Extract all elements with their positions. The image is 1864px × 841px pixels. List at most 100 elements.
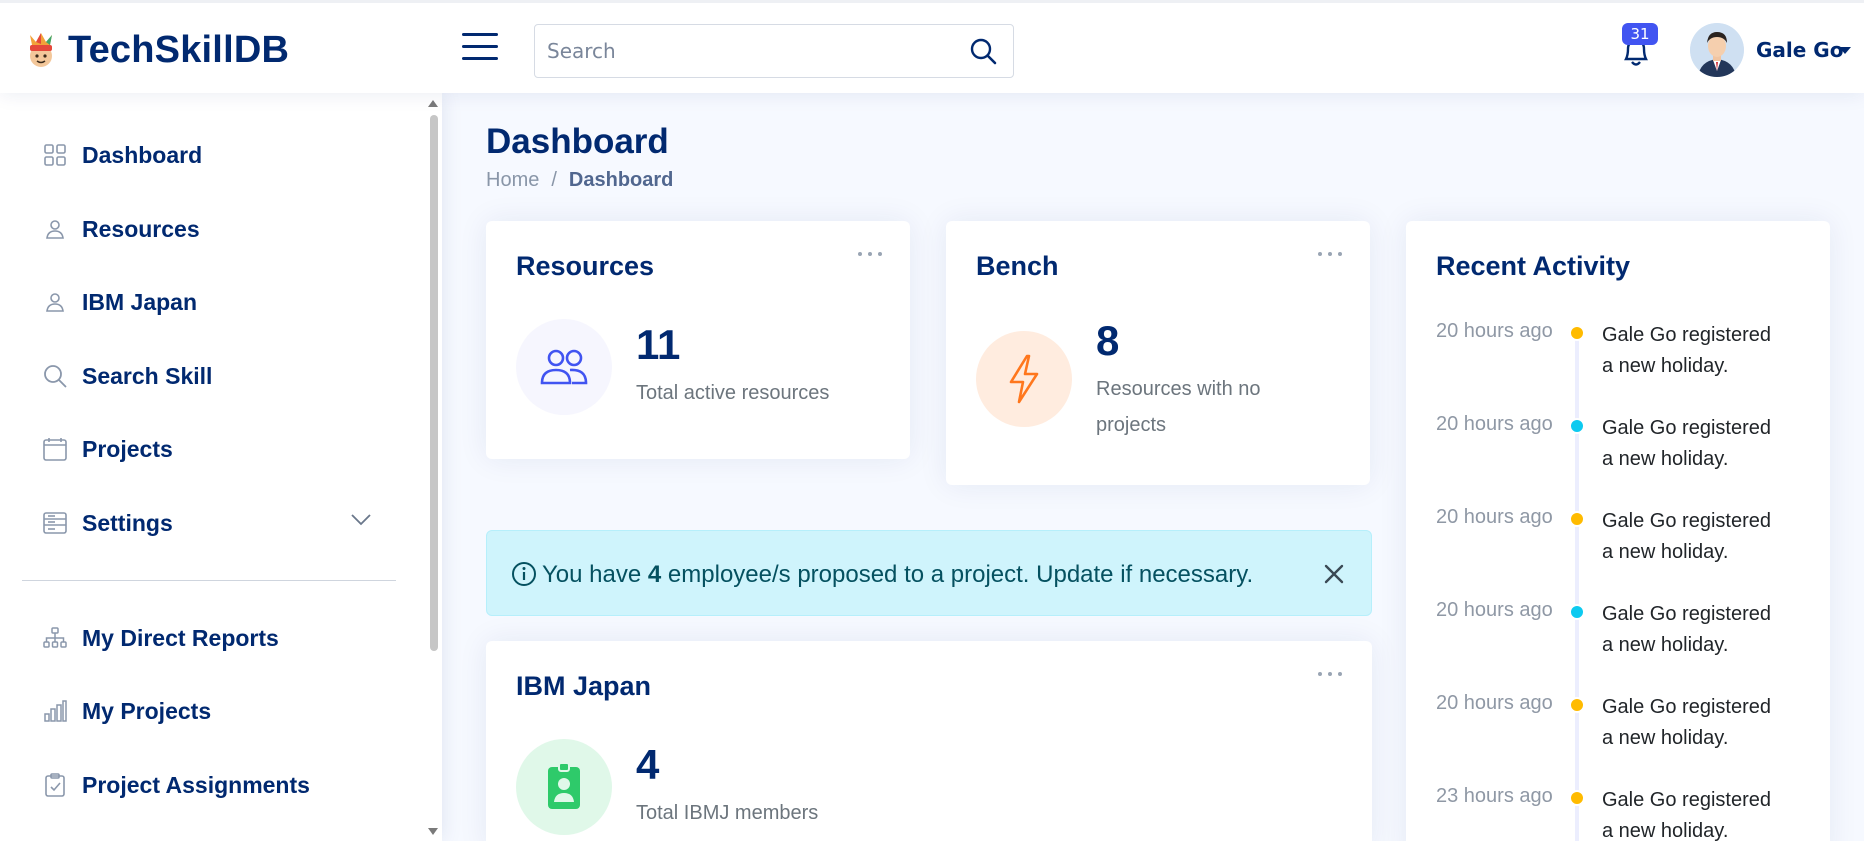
user-avatar-icon	[1690, 23, 1744, 77]
stat-icon-circle	[976, 331, 1072, 427]
activity-text-line: Gale Go registered	[1602, 324, 1771, 346]
activity-text-line: a new holiday.	[1602, 541, 1729, 563]
card-title: IBM Japan	[516, 671, 652, 701]
sidebar-item-settings[interactable]: Settings	[42, 503, 173, 543]
sidebar-item-label: My Projects	[82, 697, 212, 724]
chevron-down-icon[interactable]	[350, 513, 372, 527]
card-title: Resources	[516, 251, 655, 281]
activity-text-line: a new holiday.	[1602, 727, 1729, 749]
activity-time: 20 hours ago	[1436, 692, 1553, 714]
grid-icon	[42, 142, 68, 168]
ibm-japan-card: IBM Japan 4 Total IBMJ members	[486, 641, 1372, 841]
app-logo[interactable]: TechSkillDB	[24, 29, 289, 72]
activity-timeline-line	[1575, 330, 1579, 841]
activity-time: 20 hours ago	[1436, 599, 1553, 621]
sidebar-item-label: Project Assignments	[82, 771, 310, 798]
sidebar-item-my-projects[interactable]: My Projects	[42, 691, 211, 731]
search-icon	[42, 363, 68, 389]
sidebar-item-label: Settings	[82, 509, 173, 536]
lightning-icon	[1009, 354, 1039, 404]
sidebar-item-label: My Direct Reports	[82, 624, 279, 651]
more-options-icon[interactable]	[858, 249, 882, 259]
activity-text: Gale Go registered a new holiday.	[1602, 599, 1812, 661]
stat-icon-circle	[516, 319, 612, 415]
person-icon	[42, 289, 68, 315]
activity-dot	[1569, 790, 1585, 806]
activity-time: 20 hours ago	[1436, 413, 1553, 435]
activity-text: Gale Go registered a new holiday.	[1602, 413, 1812, 475]
activity-item: 20 hours ago Gale Go registered a new hol…	[1406, 320, 1830, 390]
activity-text-line: Gale Go registered	[1602, 789, 1771, 811]
badge-icon	[548, 762, 580, 809]
card-title: Recent Activity	[1436, 251, 1631, 281]
sidebar-item-project-assignments[interactable]: Project Assignments	[42, 765, 310, 805]
search-icon[interactable]	[969, 37, 997, 65]
stat-icon-circle	[516, 739, 612, 835]
card-title: Bench	[976, 251, 1059, 281]
breadcrumb-separator: /	[551, 169, 557, 191]
activity-dot	[1569, 418, 1585, 434]
sidebar-item-dashboard[interactable]: Dashboard	[42, 135, 202, 175]
people-icon	[540, 349, 588, 385]
activity-item: 23 hours ago Gale Go registered a new hol…	[1406, 785, 1830, 841]
activity-dot	[1569, 697, 1585, 713]
breadcrumb-current: Dashboard	[568, 169, 674, 191]
alert-prefix: You have	[542, 561, 642, 588]
activity-time: 20 hours ago	[1436, 320, 1553, 342]
user-name[interactable]: Gale Go	[1756, 38, 1843, 62]
stat-description: Total active resources	[636, 382, 830, 404]
sidebar-item-label: Projects	[82, 435, 173, 462]
activity-text-line: Gale Go registered	[1602, 510, 1771, 532]
sidebar-item-label: Search Skill	[82, 362, 213, 389]
scroll-up-arrow-icon[interactable]	[428, 100, 438, 107]
activity-dot	[1569, 325, 1585, 341]
layout-icon	[42, 510, 68, 536]
clipboard-check-icon	[42, 772, 68, 798]
bench-card: Bench 8 Resources with no projects	[946, 221, 1370, 485]
activity-text-line: Gale Go registered	[1602, 696, 1771, 718]
activity-text-line: a new holiday.	[1602, 355, 1729, 377]
more-options-icon[interactable]	[1318, 249, 1342, 259]
sidebar-item-projects[interactable]: Projects	[42, 429, 173, 469]
breadcrumb-home-link[interactable]: Home	[486, 169, 539, 192]
activity-dot	[1569, 604, 1585, 620]
sidebar-divider	[22, 580, 396, 581]
alert-message: You have 4 employee/s proposed to a proj…	[542, 561, 1253, 589]
activity-text: Gale Go registered a new holiday.	[1602, 320, 1812, 382]
activity-text: Gale Go registered a new holiday.	[1602, 785, 1812, 841]
top-header: TechSkillDB 31 Gale Go	[0, 0, 1864, 93]
sidebar-item-label: Resources	[82, 215, 200, 242]
stat-description: Total IBMJ members	[636, 802, 819, 824]
caret-down-icon[interactable]	[1839, 47, 1851, 54]
info-alert: You have 4 employee/s proposed to a proj…	[486, 530, 1372, 616]
activity-text: Gale Go registered a new holiday.	[1602, 692, 1812, 754]
activity-text-line: Gale Go registered	[1602, 417, 1771, 439]
sidebar-item-search-skill[interactable]: Search Skill	[42, 356, 212, 396]
stat-value: 8	[1096, 317, 1120, 364]
resources-card: Resources 11 Total active resources	[486, 221, 910, 459]
activity-text: Gale Go registered a new holiday.	[1602, 506, 1812, 568]
menu-toggle-icon[interactable]	[462, 33, 498, 65]
sidebar-item-ibm-japan[interactable]: IBM Japan	[42, 282, 197, 322]
info-circle-icon	[512, 562, 536, 586]
activity-time: 23 hours ago	[1436, 785, 1553, 807]
avatar[interactable]	[1690, 23, 1744, 77]
activity-text-line: Gale Go registered	[1602, 603, 1771, 625]
stat-description: projects	[1096, 414, 1167, 436]
close-icon[interactable]	[1323, 563, 1345, 585]
sidebar-item-label: Dashboard	[82, 141, 203, 168]
activity-item: 20 hours ago Gale Go registered a new hol…	[1406, 506, 1830, 576]
sidebar-item-my-direct-reports[interactable]: My Direct Reports	[42, 618, 279, 658]
activity-item: 20 hours ago Gale Go registered a new hol…	[1406, 599, 1830, 669]
diagram-icon	[42, 625, 68, 651]
person-icon	[42, 216, 68, 242]
activity-item: 20 hours ago Gale Go registered a new hol…	[1406, 413, 1830, 483]
sidebar-item-resources[interactable]: Resources	[42, 209, 200, 249]
more-options-icon[interactable]	[1318, 669, 1342, 679]
scroll-down-arrow-icon[interactable]	[428, 828, 438, 835]
scrollbar-thumb[interactable]	[430, 115, 438, 651]
stat-value: 4	[636, 741, 660, 788]
activity-dot	[1569, 511, 1585, 527]
breadcrumb: Home / Dashboard	[486, 169, 673, 192]
search-input[interactable]	[535, 25, 955, 77]
